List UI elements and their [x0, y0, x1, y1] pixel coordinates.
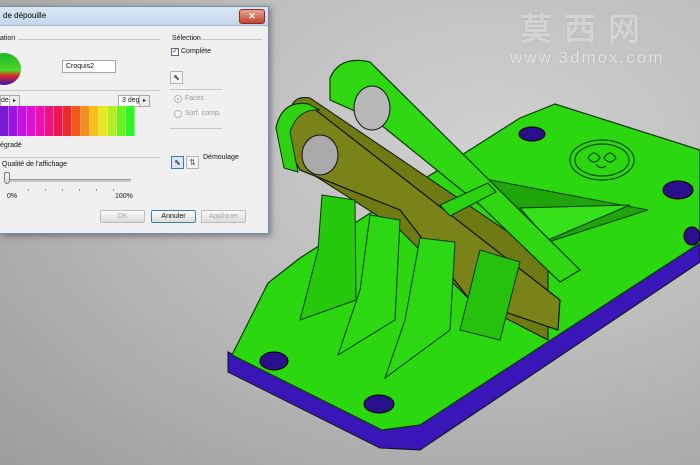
mount-hole — [662, 180, 694, 200]
group-divider — [202, 39, 262, 40]
palette-swatch — [27, 106, 36, 136]
spin-arrow-icon[interactable]: ▸ — [9, 96, 19, 106]
watermark-url: www.3dmox.com — [510, 48, 665, 67]
palette-swatch — [18, 106, 27, 136]
dialog-titlebar[interactable]: de dépouille ✕ — [0, 7, 268, 26]
slider-tick — [79, 189, 80, 191]
slider-min-label: 0% — [7, 193, 18, 200]
slider-max-label: 100% — [115, 193, 133, 200]
quality-label: Qualité de l'affichage — [2, 161, 68, 168]
cancel-button[interactable]: Annuler — [151, 210, 196, 223]
faces-label: Faces — [185, 95, 205, 102]
palette-swatch — [81, 106, 90, 136]
quality-slider-thumb[interactable] — [4, 172, 10, 184]
flip-direction-icon[interactable]: ⇅ — [186, 156, 199, 169]
color-sphere-icon — [0, 53, 21, 85]
faces-radio[interactable] — [174, 95, 182, 103]
quality-slider-track[interactable] — [7, 179, 131, 182]
sketch-name-field[interactable]: Croquis2 — [62, 60, 116, 73]
draft-analysis-dialog: de dépouille ✕ ation Croquis2 deg ▸ 3 de… — [0, 6, 269, 234]
palette-swatch — [0, 106, 9, 136]
lug-hole — [301, 134, 339, 176]
mount-hole — [683, 226, 700, 246]
palette-swatch — [99, 106, 108, 136]
group-divider — [0, 157, 160, 158]
ok-button[interactable]: OK — [100, 210, 145, 223]
palette-swatch — [117, 106, 126, 136]
gradient-label: égradé — [0, 142, 22, 149]
palette-swatch — [90, 106, 99, 136]
mount-hole — [518, 126, 546, 142]
select-cursor-icon[interactable]: ⬉ — [170, 71, 183, 84]
surf-comp-label: Surf. comp. — [185, 110, 221, 117]
group-divider — [18, 39, 160, 40]
watermark-chinese: 莫西网 — [520, 10, 653, 48]
group-divider — [170, 89, 222, 90]
slider-tick — [96, 189, 97, 191]
left-group-label: ation — [0, 35, 16, 42]
palette-swatch — [45, 106, 54, 136]
group-divider — [170, 128, 222, 129]
complete-label: Complète — [181, 48, 211, 55]
mount-hole — [363, 394, 395, 414]
apply-button[interactable]: Appliquer — [201, 210, 246, 223]
pick-direction-icon[interactable]: ⬉ — [171, 156, 184, 169]
demoulage-label: Démoulage — [203, 154, 239, 161]
slider-tick — [113, 189, 114, 191]
dialog-title: de dépouille — [3, 11, 47, 20]
selection-group-label: Sélection — [172, 35, 201, 42]
slider-tick — [28, 189, 29, 191]
slider-tick — [62, 189, 63, 191]
palette-swatch — [72, 106, 81, 136]
surf-comp-radio[interactable] — [174, 110, 182, 118]
palette-swatch — [9, 106, 18, 136]
palette-swatch — [63, 106, 72, 136]
mount-hole — [259, 351, 289, 371]
end-angle-value: 3 deg — [122, 97, 140, 104]
palette-swatch — [54, 106, 63, 136]
spin-arrow-icon[interactable]: ▸ — [139, 96, 149, 106]
palette-swatch — [108, 106, 117, 136]
group-divider — [0, 90, 160, 91]
close-icon[interactable]: ✕ — [239, 9, 265, 24]
color-palette — [0, 106, 135, 136]
lug-hole — [353, 85, 391, 131]
palette-swatch — [126, 106, 135, 136]
complete-checkbox[interactable]: ✓ — [171, 48, 179, 56]
palette-swatch — [36, 106, 45, 136]
slider-tick — [45, 189, 46, 191]
